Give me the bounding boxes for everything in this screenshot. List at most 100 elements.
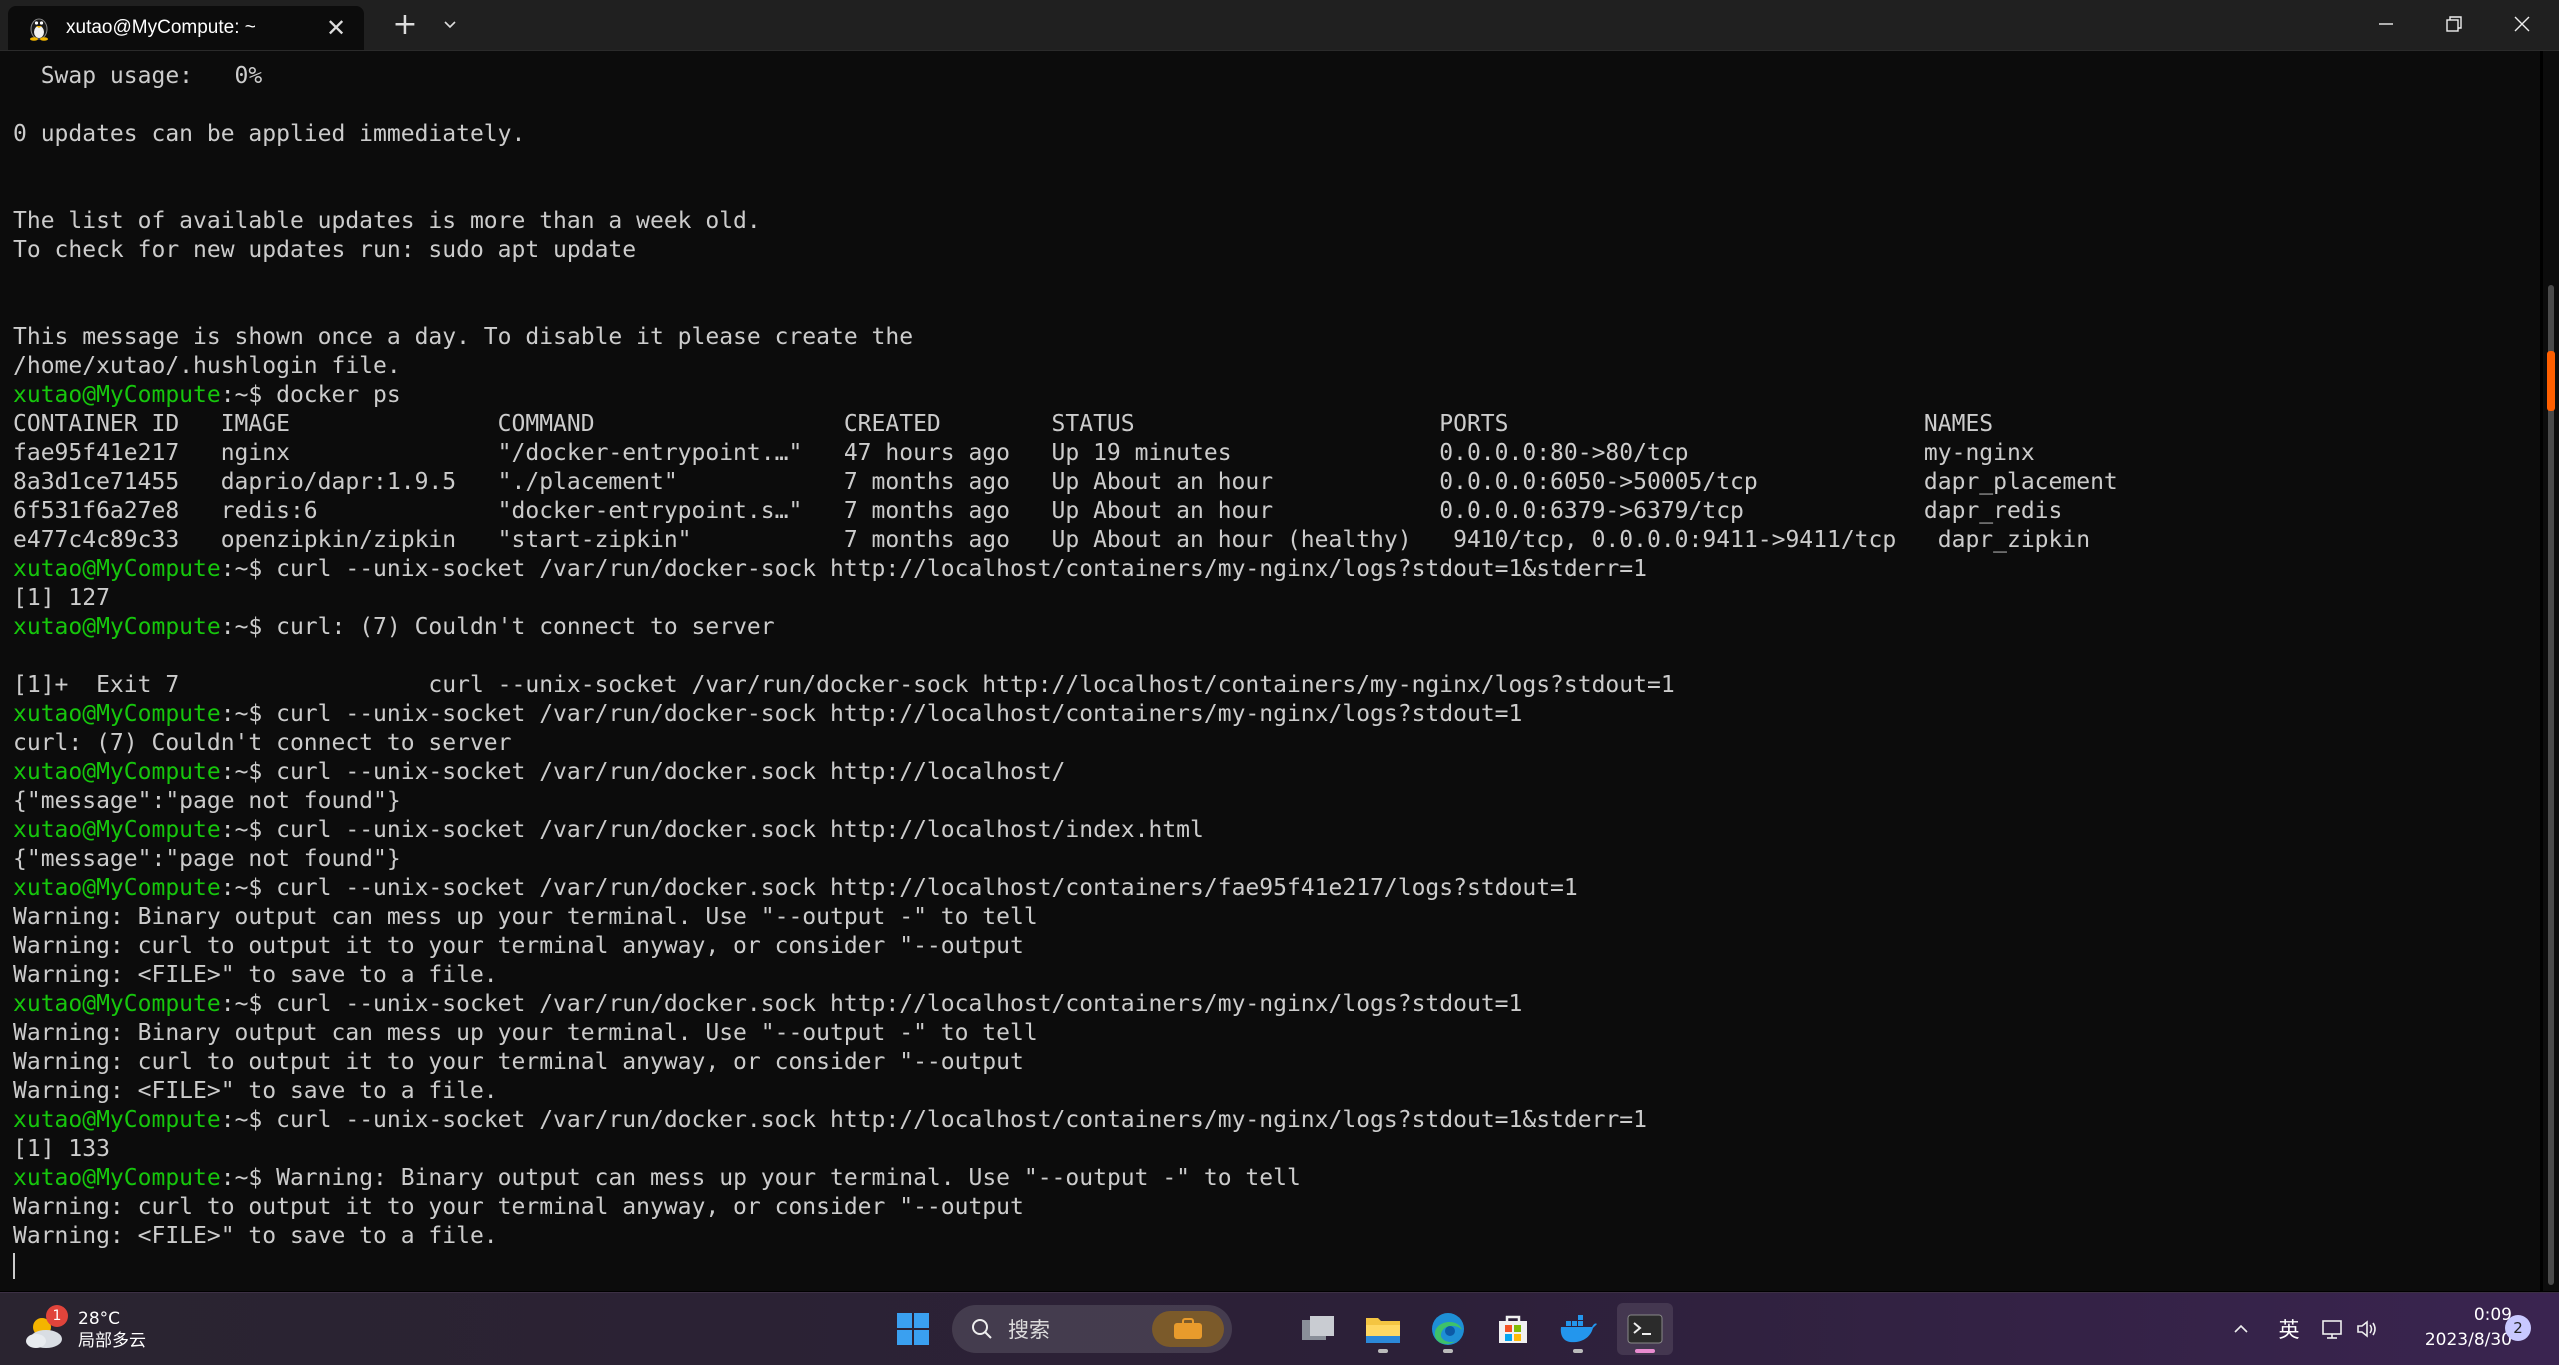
terminal-scrollbar[interactable] bbox=[2543, 51, 2559, 1291]
terminal-line: xutao@MyCompute:~$ curl --unix-socket /v… bbox=[13, 874, 2118, 903]
output-text: 0 updates can be applied immediately. bbox=[13, 121, 526, 147]
weather-desc: 局部多云 bbox=[78, 1331, 146, 1351]
terminal-line: curl: (7) Couldn't connect to server bbox=[13, 729, 2118, 758]
output-text: This message is shown once a day. To dis… bbox=[13, 324, 914, 350]
terminal-line: The list of available updates is more th… bbox=[13, 207, 2118, 236]
task-view-icon bbox=[1302, 1316, 1334, 1340]
restore-button[interactable] bbox=[2420, 0, 2488, 48]
terminal-line: /home/xutao/.hushlogin file. bbox=[13, 352, 2118, 381]
output-text: [1] 127 bbox=[13, 585, 110, 611]
search-highlight-icon[interactable] bbox=[1152, 1311, 1224, 1347]
terminal-line: [1] 133 bbox=[13, 1135, 2118, 1164]
prompt-suffix: :~$ bbox=[220, 759, 277, 785]
docker-icon bbox=[1560, 1315, 1597, 1343]
close-tab-icon[interactable]: ✕ bbox=[320, 12, 352, 44]
output-text: Warning: curl to output it to your termi… bbox=[13, 1194, 1024, 1220]
shell-prompt: xutao@MyCompute bbox=[13, 991, 221, 1017]
command-text: curl --unix-socket /var/run/docker.sock … bbox=[276, 817, 1204, 843]
terminal-tab[interactable]: xutao@MyCompute: ~ ✕ bbox=[8, 6, 364, 50]
text-cursor bbox=[13, 1252, 15, 1279]
terminal-line: Warning: Binary output can mess up your … bbox=[13, 903, 2118, 932]
prompt-suffix: :~$ bbox=[220, 1165, 277, 1191]
start-button[interactable] bbox=[885, 1303, 941, 1355]
shell-prompt: xutao@MyCompute bbox=[13, 1107, 221, 1133]
output-text: Warning: Binary output can mess up your … bbox=[13, 1020, 1038, 1046]
cloud-sun-icon: 1 bbox=[22, 1305, 68, 1351]
terminal-line: 6f531f6a27e8 redis:6 "docker-entrypoint.… bbox=[13, 497, 2118, 526]
linux-penguin-icon bbox=[30, 18, 48, 41]
notification-badge[interactable]: 2 bbox=[2505, 1315, 2531, 1341]
output-text: CONTAINER ID IMAGE COMMAND CREATED STATU… bbox=[13, 411, 1994, 437]
output-text: Warning: curl to output it to your termi… bbox=[13, 1049, 1024, 1075]
weather-widget[interactable]: 1 28°C 局部多云 bbox=[22, 1303, 222, 1357]
output-text: {"message":"page not found"} bbox=[13, 846, 401, 872]
output-text: 6f531f6a27e8 redis:6 "docker-entrypoint.… bbox=[13, 498, 2063, 524]
close-window-button[interactable] bbox=[2488, 0, 2556, 48]
terminal-line: xutao@MyCompute:~$ Warning: Binary outpu… bbox=[13, 1164, 2118, 1193]
terminal-line: xutao@MyCompute:~$ curl --unix-socket /v… bbox=[13, 816, 2118, 845]
output-text: 8a3d1ce71455 daprio/dapr:1.9.5 "./placem… bbox=[13, 469, 2118, 495]
terminal-line: Warning: curl to output it to your termi… bbox=[13, 1048, 2118, 1077]
output-text: fae95f41e217 nginx "/docker-entrypoint.…… bbox=[13, 440, 2035, 466]
output-text: To check for new updates run: sudo apt u… bbox=[13, 237, 637, 263]
shell-prompt: xutao@MyCompute bbox=[13, 382, 221, 408]
output-text: Swap usage: 0% bbox=[13, 63, 263, 89]
command-text: curl --unix-socket /var/run/docker.sock … bbox=[276, 875, 1578, 901]
task-view-button[interactable] bbox=[1290, 1303, 1346, 1355]
edge-button[interactable] bbox=[1420, 1303, 1476, 1355]
output-text: The list of available updates is more th… bbox=[13, 208, 761, 234]
output-text: [1] 133 bbox=[13, 1136, 110, 1162]
system-clock[interactable]: 0:09 2023/8/30 bbox=[2392, 1303, 2512, 1355]
terminal-line: {"message":"page not found"} bbox=[13, 787, 2118, 816]
terminal-output[interactable]: Swap usage: 0% 0 updates can be applied i… bbox=[0, 51, 2540, 1291]
shell-prompt: xutao@MyCompute bbox=[13, 875, 221, 901]
terminal-line: Warning: curl to output it to your termi… bbox=[13, 1193, 2118, 1222]
terminal-button[interactable] bbox=[1617, 1303, 1673, 1355]
input-line[interactable] bbox=[13, 1251, 2118, 1280]
terminal-line: xutao@MyCompute:~$ curl --unix-socket /v… bbox=[13, 700, 2118, 729]
shell-prompt: xutao@MyCompute bbox=[13, 614, 221, 640]
search-placeholder: 搜索 bbox=[1008, 1318, 1050, 1342]
chevron-down-icon[interactable] bbox=[428, 6, 472, 42]
volume-icon[interactable] bbox=[2352, 1313, 2382, 1345]
terminal-line: [1] 127 bbox=[13, 584, 2118, 613]
ime-indicator[interactable]: 英 bbox=[2274, 1313, 2304, 1345]
shell-prompt: xutao@MyCompute bbox=[13, 759, 221, 785]
chevron-up-icon[interactable] bbox=[2226, 1313, 2256, 1345]
minimize-button[interactable] bbox=[2352, 0, 2420, 48]
running-indicator bbox=[1573, 1349, 1583, 1353]
network-icon[interactable] bbox=[2318, 1313, 2348, 1345]
title-bar: xutao@MyCompute: ~ ✕ + bbox=[0, 0, 2559, 51]
command-text: curl --unix-socket /var/run/docker.sock … bbox=[276, 759, 1066, 785]
store-button[interactable] bbox=[1485, 1303, 1541, 1355]
scrollbar-thumb[interactable] bbox=[2548, 285, 2554, 1285]
prompt-suffix: :~$ bbox=[220, 701, 277, 727]
terminal-line: Warning: <FILE>" to save to a file. bbox=[13, 961, 2118, 990]
clock-time: 0:09 bbox=[2473, 1305, 2512, 1325]
taskbar-search[interactable]: 搜索 bbox=[952, 1305, 1232, 1353]
new-tab-button[interactable]: + bbox=[383, 6, 427, 42]
terminal-line: xutao@MyCompute:~$ curl --unix-socket /v… bbox=[13, 758, 2118, 787]
prompt-suffix: :~$ bbox=[220, 817, 277, 843]
edge-icon bbox=[1432, 1313, 1464, 1345]
scrollbar-mark bbox=[2547, 351, 2555, 411]
terminal-line: Warning: Binary output can mess up your … bbox=[13, 1019, 2118, 1048]
command-text: curl --unix-socket /var/run/docker.sock … bbox=[276, 1107, 1647, 1133]
terminal-line: [1]+ Exit 7 curl --unix-socket /var/run/… bbox=[13, 671, 2118, 700]
file-explorer-button[interactable] bbox=[1355, 1303, 1411, 1355]
running-indicator bbox=[1378, 1349, 1388, 1353]
terminal-line: {"message":"page not found"} bbox=[13, 845, 2118, 874]
terminal-lines: Swap usage: 0% 0 updates can be applied i… bbox=[13, 62, 2118, 1280]
terminal-line: xutao@MyCompute:~$ curl --unix-socket /v… bbox=[13, 990, 2118, 1019]
terminal-line: xutao@MyCompute:~$ curl --unix-socket /v… bbox=[13, 555, 2118, 584]
terminal-line: Warning: <FILE>" to save to a file. bbox=[13, 1222, 2118, 1251]
docker-button[interactable] bbox=[1550, 1303, 1606, 1355]
terminal-line: fae95f41e217 nginx "/docker-entrypoint.…… bbox=[13, 439, 2118, 468]
prompt-suffix: :~$ bbox=[220, 382, 277, 408]
terminal-line: xutao@MyCompute:~$ curl --unix-socket /v… bbox=[13, 1106, 2118, 1135]
